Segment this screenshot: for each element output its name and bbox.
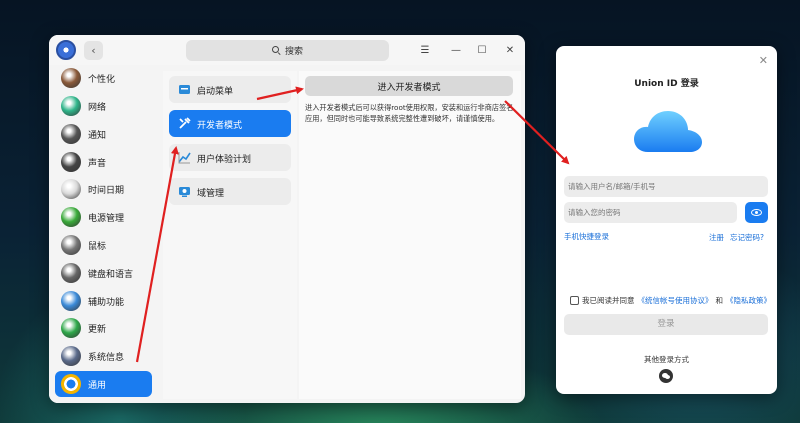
forgot-password-link[interactable]: 忘记密码? <box>730 232 764 243</box>
sidebar-item-3[interactable]: 声音 <box>55 149 152 175</box>
sidebar-item-4[interactable]: 时间日期 <box>55 176 152 202</box>
keyboard-icon <box>61 263 81 283</box>
sidebar-item-label: 键盘和语言 <box>88 270 134 280</box>
chevron-left-icon: ‹ <box>91 44 96 57</box>
mouse-icon <box>61 235 81 255</box>
sidebar-item-label: 电源管理 <box>88 214 125 224</box>
sidebar-item-9[interactable]: 更新 <box>55 315 152 341</box>
general-icon <box>61 374 81 394</box>
sub-item-label: 启动菜单 <box>197 87 234 97</box>
agreement-and: 和 <box>715 296 724 305</box>
sidebar-item-10[interactable]: 系统信息 <box>55 343 152 369</box>
system-info-icon <box>61 346 81 366</box>
sub-item-label: 用户体验计划 <box>197 155 252 165</box>
speaker-icon <box>61 152 81 172</box>
agreement-prefix: 我已阅读并同意 <box>582 296 635 305</box>
battery-icon <box>61 207 81 227</box>
maximize-button[interactable]: ☐ <box>474 42 490 58</box>
sub-item-0[interactable]: 启动菜单 <box>169 76 291 103</box>
search-placeholder: 搜索 <box>284 47 303 57</box>
close-icon: ✕ <box>505 44 515 56</box>
sidebar-item-7[interactable]: 键盘和语言 <box>55 260 152 286</box>
eye-icon <box>751 209 762 216</box>
phone-login-link[interactable]: 手机快捷登录 <box>564 231 609 242</box>
sidebar-item-1[interactable]: 网络 <box>55 93 152 119</box>
developer-mode-content: 进入开发者模式 进入开发者模式后可以获得root使用权限，安装和运行非商店签名应… <box>299 71 521 399</box>
sidebar-item-6[interactable]: 鼠标 <box>55 232 152 258</box>
user-agreement-link[interactable]: 《统信帐号使用协议》 <box>638 295 713 306</box>
sub-item-2[interactable]: 用户体验计划 <box>169 144 291 171</box>
register-link[interactable]: 注册 <box>709 232 724 243</box>
privacy-policy-link[interactable]: 《隐私政策》 <box>726 295 771 306</box>
cloud-logo-icon <box>634 111 702 152</box>
domain-management-icon <box>178 185 191 198</box>
developer-tools-icon <box>178 117 191 130</box>
general-sub-panel: 启动菜单开发者模式用户体验计划 域管理 <box>163 71 297 399</box>
login-close-button[interactable]: ✕ <box>759 54 768 67</box>
sidebar-item-label: 时间日期 <box>88 186 125 196</box>
menu-button[interactable]: ☰ <box>417 42 433 58</box>
close-button[interactable]: ✕ <box>502 42 518 58</box>
clock-icon <box>61 179 81 199</box>
minimize-button[interactable]: — <box>448 42 464 58</box>
sidebar-item-label: 更新 <box>88 325 107 335</box>
update-icon <box>61 318 81 338</box>
sidebar-item-2[interactable]: 通知 <box>55 121 152 147</box>
search-icon <box>271 46 281 55</box>
sidebar-item-label: 网络 <box>88 103 107 113</box>
accessibility-icon <box>61 291 81 311</box>
sidebar-item-label: 声音 <box>88 159 107 169</box>
login-button[interactable]: 登录 <box>564 314 768 335</box>
wechat-icon[interactable] <box>659 369 673 383</box>
enter-developer-mode-button[interactable]: 进入开发者模式 <box>305 76 513 96</box>
sidebar-item-11[interactable]: 通用 <box>55 371 152 397</box>
personalization-icon <box>61 68 81 88</box>
sidebar-item-8[interactable]: 辅助功能 <box>55 288 152 314</box>
developer-mode-description: 进入开发者模式后可以获得root使用权限，安装和运行非商店签名应用，但同时也可能… <box>305 103 514 123</box>
union-id-login-dialog: ✕ Union ID 登录 请输入用户名/邮箱/手机号 请输入您的密码 手机快捷… <box>556 46 777 394</box>
login-title: Union ID 登录 <box>634 79 699 89</box>
sidebar-item-label: 系统信息 <box>88 353 125 363</box>
sidebar-item-5[interactable]: 电源管理 <box>55 204 152 230</box>
menu-icon: ☰ <box>420 44 430 56</box>
bell-icon <box>61 124 81 144</box>
other-login-methods-label: 其他登录方式 <box>644 355 689 364</box>
control-center-logo-icon <box>56 40 76 60</box>
sidebar-item-label: 通知 <box>88 131 107 141</box>
agreement-row: 我已阅读并同意 《统信帐号使用协议》 和 《隐私政策》 <box>570 295 771 306</box>
close-icon: ✕ <box>758 54 768 67</box>
sidebar-item-label: 鼠标 <box>88 242 107 252</box>
sub-item-label: 开发者模式 <box>197 121 243 131</box>
back-button[interactable]: ‹ <box>84 41 103 60</box>
user-experience-icon <box>178 151 191 164</box>
sub-item-label: 域管理 <box>197 189 225 199</box>
network-icon <box>61 96 81 116</box>
sidebar-item-label: 个性化 <box>88 75 116 85</box>
sidebar: 个性化网络通知声音时间日期电源管理鼠标键盘和语言辅助功能更新系统信息通用 <box>49 65 159 403</box>
agreement-checkbox[interactable] <box>570 296 579 305</box>
control-center-window: ‹ 搜索 ☰ — ☐ ✕ 个性化网络通知声音时间日期电源管理鼠标键盘和语言辅助功… <box>49 35 525 403</box>
sidebar-item-0[interactable]: 个性化 <box>55 65 152 91</box>
sidebar-item-label: 辅助功能 <box>88 298 125 308</box>
password-input[interactable]: 请输入您的密码 <box>564 202 737 223</box>
sub-item-3[interactable]: 域管理 <box>169 178 291 205</box>
username-input[interactable]: 请输入用户名/邮箱/手机号 <box>564 176 768 197</box>
sub-item-1[interactable]: 开发者模式 <box>169 110 291 137</box>
maximize-icon: ☐ <box>477 44 487 56</box>
boot-menu-icon <box>178 83 191 96</box>
minimize-icon: — <box>451 44 461 56</box>
titlebar: ‹ 搜索 ☰ — ☐ ✕ <box>49 35 525 65</box>
sidebar-item-label: 通用 <box>88 381 107 391</box>
show-password-button[interactable] <box>745 202 768 223</box>
search-input[interactable]: 搜索 <box>186 40 389 61</box>
